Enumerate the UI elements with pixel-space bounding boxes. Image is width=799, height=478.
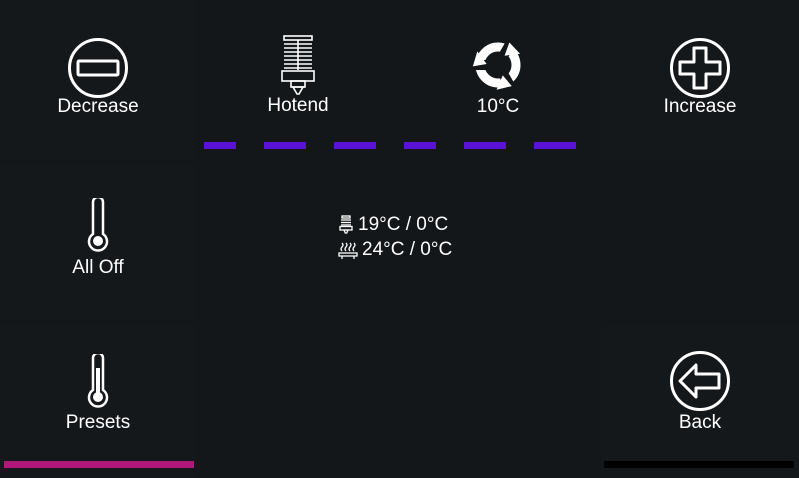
step-size-label: 10°C bbox=[476, 96, 520, 117]
step-indicator-dash-5 bbox=[464, 142, 506, 149]
thermometer-half-icon bbox=[87, 354, 109, 408]
decrease-label: Decrease bbox=[57, 96, 139, 117]
plus-circle-icon bbox=[670, 38, 730, 98]
hotend-icon bbox=[281, 35, 315, 95]
step-indicator-dash-6 bbox=[534, 142, 576, 149]
back-button[interactable]: Back bbox=[601, 325, 799, 478]
hotend-label: Hotend bbox=[267, 95, 329, 116]
hotend-temperature-text: 19°C / 0°C bbox=[358, 214, 449, 235]
back-label: Back bbox=[678, 412, 722, 433]
step-size-button[interactable]: 10°C bbox=[400, 0, 596, 160]
all-off-label: All Off bbox=[72, 257, 124, 278]
step-indicator-dash-3 bbox=[334, 142, 376, 149]
hotend-small-icon bbox=[339, 215, 353, 234]
heated-bed-icon bbox=[338, 242, 358, 259]
back-arrow-circle-icon bbox=[670, 351, 730, 411]
presets-button[interactable]: Presets bbox=[0, 325, 196, 478]
minus-circle-icon bbox=[68, 38, 128, 98]
bed-temperature-text: 24°C / 0°C bbox=[362, 239, 453, 260]
thermometer-empty-icon bbox=[87, 198, 109, 252]
presets-label: Presets bbox=[65, 412, 131, 433]
step-indicator-dash-1 bbox=[204, 142, 236, 149]
refresh-icon bbox=[472, 41, 521, 90]
increase-label: Increase bbox=[663, 96, 737, 117]
decrease-button[interactable]: Decrease bbox=[0, 0, 196, 160]
increase-button[interactable]: Increase bbox=[601, 0, 799, 160]
back-bar bbox=[604, 461, 794, 468]
hotend-tool-button[interactable]: Hotend bbox=[200, 0, 396, 160]
bed-temperature-status: 24°C / 0°C bbox=[338, 239, 452, 261]
step-indicator-dash-2 bbox=[264, 142, 306, 149]
hotend-temperature-status: 19°C / 0°C bbox=[338, 214, 448, 236]
presets-active-bar bbox=[4, 461, 194, 468]
all-off-button[interactable]: All Off bbox=[0, 165, 196, 320]
step-indicator-dash-4 bbox=[404, 142, 436, 149]
